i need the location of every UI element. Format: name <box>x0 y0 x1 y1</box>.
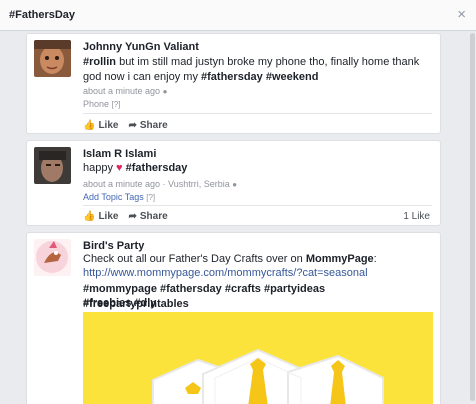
heart-icon: ♥ <box>116 162 123 174</box>
info-icon: [?] <box>146 193 156 202</box>
post-text: Check out all our Father's Day Crafts ov… <box>83 253 377 265</box>
like-button[interactable]: 👍 Like <box>83 120 118 131</box>
thumbs-up-icon: 👍 <box>83 211 96 222</box>
globe-icon: ● <box>232 180 238 189</box>
globe-icon: ● <box>162 87 168 96</box>
dialog-title: #FathersDay <box>9 9 76 21</box>
share-arrow-icon: ➦ <box>128 211 137 222</box>
post-photo[interactable] <box>83 312 433 404</box>
post-card: Islam R Islami happy ♥ #fathersday about… <box>26 140 441 226</box>
add-topic-tags-link[interactable]: Add Topic Tags [?] <box>83 192 155 202</box>
share-button[interactable]: ➦ Share <box>128 211 167 222</box>
scrollbar[interactable] <box>470 33 475 401</box>
post-author[interactable]: Johnny YunGn Valiant <box>83 41 199 53</box>
post-card: Johnny YunGn Valiant #rollin but im stil… <box>26 33 441 134</box>
post-url-link[interactable]: http://www.mommypage.com/mommycrafts/?ca… <box>83 266 433 281</box>
divider <box>83 113 432 114</box>
dialog-header: #FathersDay × <box>0 0 476 31</box>
avatar[interactable] <box>34 40 71 77</box>
post-card: Bird's Party Check out all our Father's … <box>26 232 441 404</box>
share-arrow-icon: ➦ <box>128 120 137 131</box>
hashtag[interactable]: #rollin <box>83 56 116 68</box>
close-icon[interactable]: × <box>457 6 466 23</box>
avatar[interactable] <box>34 147 71 184</box>
thumbs-up-icon: 👍 <box>83 120 96 131</box>
page-mention[interactable]: MommyPage <box>306 253 374 265</box>
hashtag[interactable]: #fathersday <box>201 71 263 83</box>
post-hashtags[interactable]: #freebies #diy <box>83 296 433 311</box>
like-button[interactable]: 👍 Like <box>83 211 118 222</box>
info-icon: [?] <box>111 100 121 109</box>
post-text: #rollin but im still mad justyn broke my… <box>83 56 420 83</box>
post-author[interactable]: Islam R Islami <box>83 148 156 160</box>
like-count[interactable]: 1 Like <box>403 211 430 222</box>
post-source: Phone [?] <box>83 99 121 109</box>
post-text: happy ♥ #fathersday <box>83 162 188 174</box>
post-timestamp[interactable]: about a minute ago ● <box>83 86 167 96</box>
post-author[interactable]: Bird's Party <box>83 240 144 252</box>
avatar[interactable] <box>34 239 71 276</box>
hashtag[interactable]: #weekend <box>266 71 319 83</box>
share-button[interactable]: ➦ Share <box>128 120 167 131</box>
hashtag[interactable]: #fathersday <box>126 162 188 174</box>
post-timestamp[interactable]: about a minute ago · Vushtrri, Serbia ● <box>83 179 237 189</box>
divider <box>83 205 432 206</box>
